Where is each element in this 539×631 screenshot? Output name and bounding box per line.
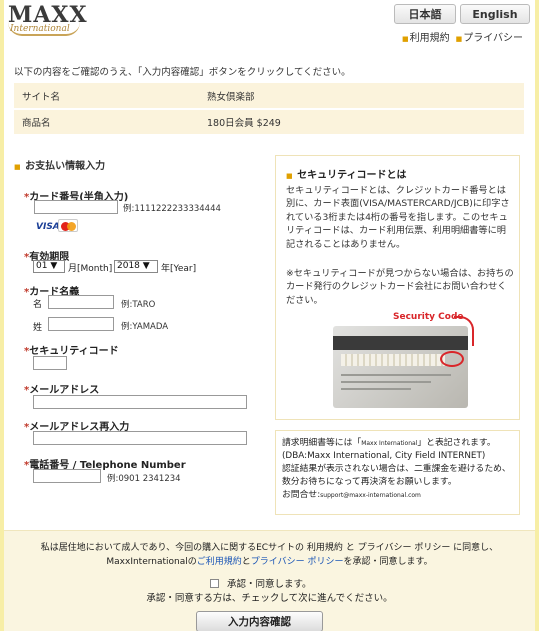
magnetic-stripe bbox=[333, 336, 468, 350]
card-text-line bbox=[341, 381, 431, 383]
agreement-line1: 私は居住地において成人であり、今回の購入に関するECサイトの 利用規約 と プラ… bbox=[40, 543, 499, 553]
security-code-label: *セキュリティコード bbox=[24, 342, 119, 357]
language-english-button[interactable]: English bbox=[460, 4, 530, 24]
card-text-line bbox=[341, 374, 451, 376]
billing-info-text: 請求明細書等には「Maxx International」と表記されます。 (DB… bbox=[282, 437, 518, 502]
agree-checkbox[interactable] bbox=[210, 578, 219, 588]
language-switcher: 日本語 English bbox=[394, 4, 530, 24]
expiry-year-value: 2018 bbox=[117, 261, 140, 271]
billing-line1-suffix: 」と表記されます。 bbox=[417, 438, 496, 448]
security-code-image-label: Security Code bbox=[393, 312, 464, 322]
expiry-month-value: 01 bbox=[36, 261, 48, 271]
security-code-highlight-circle bbox=[440, 351, 464, 367]
first-name-input[interactable] bbox=[48, 295, 114, 309]
mastercard-icon bbox=[58, 219, 78, 232]
last-name-example: 例:YAMADA bbox=[121, 322, 169, 332]
square-bullet-icon: ■ bbox=[286, 172, 293, 180]
agree-checkbox-note: 承認・同意する方は、チェックして次に進んでください。 bbox=[146, 593, 393, 604]
terms-link-label: 利用規約 bbox=[409, 33, 450, 44]
agreement-section: 私は居住地において成人であり、今回の購入に関するECサイトの 利用規約 と プラ… bbox=[4, 530, 535, 631]
signature-strip bbox=[341, 354, 445, 366]
billing-line1-prefix: 請求明細書等には「 bbox=[282, 438, 362, 448]
agreement-and: と bbox=[241, 557, 251, 567]
contact-label: お問合せ: bbox=[282, 490, 321, 500]
maxx-logo[interactable]: MAXX International bbox=[8, 4, 87, 38]
last-name-label: 姓 bbox=[33, 323, 43, 333]
product-table: サイト名 熟女倶楽部 商品名 180日会員 $249 bbox=[14, 83, 524, 136]
email-input[interactable] bbox=[33, 395, 247, 409]
card-text-line bbox=[341, 388, 411, 390]
privacy-link-label: プライバシー bbox=[463, 33, 524, 44]
language-japanese-button[interactable]: 日本語 bbox=[394, 4, 456, 24]
security-info-title: ■ セキュリティコードとは bbox=[286, 166, 407, 181]
item-name-label: 商品名 bbox=[14, 109, 199, 136]
expiry-month-select[interactable]: 01 ▼ bbox=[33, 260, 65, 273]
card-number-input[interactable] bbox=[34, 200, 118, 214]
site-name-label: サイト名 bbox=[14, 83, 199, 110]
billing-info-box: 請求明細書等には「Maxx International」と表記されます。 (DB… bbox=[275, 430, 520, 515]
square-bullet-icon: ■ bbox=[455, 35, 463, 43]
security-info-title-text: セキュリティコードとは bbox=[297, 170, 407, 181]
square-bullet-icon: ■ bbox=[402, 35, 409, 43]
expiry-year-unit: 年[Year] bbox=[161, 264, 197, 274]
payment-section-title-text: お支払い情報入力 bbox=[25, 161, 106, 172]
phone-input[interactable] bbox=[33, 469, 101, 483]
item-name-value: 180日会員 $249 bbox=[199, 109, 524, 136]
security-code-input[interactable] bbox=[33, 356, 67, 370]
billing-retry-note: 認証結果が表示されない場合は、二重課金を避けるため、数分お待ちになって再決済をお… bbox=[282, 464, 511, 487]
email-label: *メールアドレス bbox=[24, 381, 99, 396]
agreement-line2-suffix: を承認・同意します。 bbox=[343, 557, 433, 567]
privacy-policy-link[interactable]: プライバシー ポリシー bbox=[251, 557, 344, 567]
phone-example: 例:0901 2341234 bbox=[107, 474, 181, 484]
table-row: サイト名 熟女倶楽部 bbox=[14, 83, 524, 110]
security-code-info-box: ■ セキュリティコードとは セキュリティコードとは、クレジットカード番号とは別に… bbox=[275, 155, 520, 420]
card-back-image bbox=[333, 326, 468, 408]
site-name-value: 熟女倶楽部 bbox=[199, 83, 524, 110]
agree-checkbox-row[interactable]: 承認・同意します。 bbox=[210, 576, 312, 590]
terms-link[interactable]: ■利用規約 bbox=[402, 29, 450, 44]
card-number-example: 例:1111222233334444 bbox=[123, 204, 221, 214]
payment-section-title: ■ お支払い情報入力 bbox=[14, 157, 105, 172]
agreement-line2-prefix: MaxxInternationalの bbox=[106, 557, 197, 567]
confirm-input-button[interactable]: 入力内容確認 bbox=[196, 611, 323, 631]
instruction-text: 以下の内容をご確認のうえ、「入力内容確認」ボタンをクリックしてください。 bbox=[14, 67, 351, 78]
last-name-input[interactable] bbox=[48, 317, 114, 331]
billing-dba: (DBA:Maxx International, City Field INTE… bbox=[282, 451, 486, 461]
expiry-month-unit: 月[Month] bbox=[68, 264, 113, 274]
security-info-text: セキュリティコードとは、クレジットカード番号とは別に、カード表面(VISA/MA… bbox=[286, 185, 510, 250]
contact-email: support@maxx-international.com bbox=[320, 492, 421, 499]
terms-of-use-link[interactable]: ご利用規約 bbox=[197, 557, 242, 567]
table-row: 商品名 180日会員 $249 bbox=[14, 109, 524, 136]
header-links: ■利用規約 ■プライバシー bbox=[402, 29, 523, 44]
email-confirm-input[interactable] bbox=[33, 431, 247, 445]
expiry-year-select[interactable]: 2018 ▼ bbox=[114, 260, 158, 273]
visa-icon: VISA bbox=[36, 222, 60, 232]
first-name-example: 例:TARO bbox=[121, 300, 156, 310]
security-info-note: ※セキュリティコードが見つからない場合は、お持ちのカード発行のクレジットカード会… bbox=[286, 268, 514, 306]
billing-descriptor: Maxx International bbox=[361, 440, 418, 447]
agreement-text: 私は居住地において成人であり、今回の購入に関するECサイトの 利用規約 と プラ… bbox=[4, 541, 535, 569]
first-name-label: 名 bbox=[33, 300, 43, 310]
privacy-link[interactable]: ■プライバシー bbox=[456, 29, 523, 44]
logo-subtext: International bbox=[10, 24, 70, 34]
agree-checkbox-label[interactable]: 承認・同意します。 bbox=[227, 576, 312, 590]
square-bullet-icon: ■ bbox=[14, 163, 21, 171]
